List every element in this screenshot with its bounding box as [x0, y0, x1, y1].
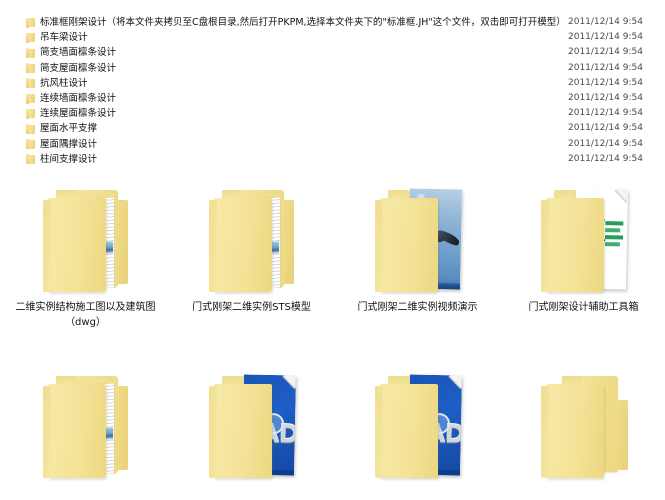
file-date: 2011/12/14 9:54 [568, 108, 643, 119]
grid-item-label: 门式刚架设计辅助工具箱 [528, 302, 639, 313]
file-list-row[interactable]: 连续屋面檩条设计 2011/12/14 9:54 [0, 106, 665, 121]
file-list-row[interactable]: 标准框刚架设计（将本文件夹拷贝至C盘根目录,然后打开PKPM,选择本文件夹下的"… [0, 15, 665, 30]
file-date: 2011/12/14 9:54 [568, 153, 643, 164]
file-list-row[interactable]: 吊车梁设计 2011/12/14 9:54 [0, 30, 665, 45]
file-date: 2011/12/14 9:54 [568, 77, 643, 88]
grid-item-video-demo[interactable]: 门式刚架二维实例视频演示 [337, 186, 498, 372]
folder-icon [26, 124, 35, 134]
folder-icon [26, 17, 35, 28]
folder-with-documents-icon[interactable] [34, 186, 138, 296]
folder-icon [26, 48, 35, 59]
file-name: 屋面水平支撑 [40, 123, 98, 135]
file-name: 简支屋面檩条设计 [40, 62, 117, 74]
file-date: 2011/12/14 9:54 [568, 32, 643, 43]
file-date: 2011/12/14 9:54 [568, 138, 643, 149]
grid-item-empty-folder[interactable] [503, 372, 664, 500]
folder-icon [26, 32, 35, 43]
file-list-row[interactable]: 连续墙面檩条设计 2011/12/14 9:54 [0, 91, 665, 106]
grid-item-sts-model[interactable]: 门式刚架二维实例STS模型 [171, 186, 332, 372]
folder-with-cad-document-icon[interactable]: CAD [200, 372, 304, 482]
grid-item-label: 门式刚架二维实例STS模型 [192, 302, 311, 313]
folder-with-excel-document-icon[interactable]: X [532, 186, 636, 296]
grid-item-folder-cad-1[interactable]: CAD [171, 372, 332, 500]
grid-item-label: 二维实例结构施工图以及建筑图（dwg） [15, 302, 156, 328]
folder-with-documents-icon[interactable] [200, 186, 304, 296]
folder-icon [26, 78, 35, 89]
folder-with-video-thumbnail-icon[interactable] [366, 186, 470, 296]
icon-grid-row: 二维实例结构施工图以及建筑图（dwg） 门式刚架二维实例STS模型 门式刚架二维… [0, 186, 665, 372]
file-date: 2011/12/14 9:54 [568, 47, 643, 58]
folder-icon [26, 154, 35, 165]
grid-item-design-toolbox[interactable]: X 门式刚架设计辅助工具箱 [503, 186, 664, 372]
file-list-row[interactable]: 简支墙面檩条设计 2011/12/14 9:54 [0, 45, 665, 60]
folder-with-cad-document-icon[interactable]: CAD [366, 372, 470, 482]
file-name: 抗风柱设计 [40, 77, 88, 89]
file-detail-list: 标准框刚架设计（将本文件夹拷贝至C盘根目录,然后打开PKPM,选择本文件夹下的"… [0, 15, 665, 167]
file-list-row[interactable]: 简支屋面檩条设计 2011/12/14 9:54 [0, 61, 665, 76]
grid-item-label: 门式刚架二维实例视频演示 [357, 302, 478, 313]
file-date: 2011/12/14 9:54 [568, 92, 643, 103]
folder-icon [26, 93, 35, 104]
folder-icon [26, 139, 35, 150]
file-name: 吊车梁设计 [40, 32, 88, 44]
file-list-row[interactable]: 屋面隅撑设计 2011/12/14 9:54 [0, 137, 665, 152]
folder-icon [26, 108, 35, 119]
file-date: 2011/12/14 9:54 [568, 17, 643, 27]
grid-item-folder-cad-2[interactable]: CAD [337, 372, 498, 500]
file-name: 屋面隅撑设计 [40, 138, 98, 150]
file-name: 标准框刚架设计（将本文件夹拷贝至C盘根目录,然后打开PKPM,选择本文件夹下的"… [40, 17, 566, 29]
folder-with-documents-icon[interactable] [34, 372, 138, 482]
file-date: 2011/12/14 9:54 [568, 123, 643, 134]
empty-folder-icon[interactable] [532, 372, 636, 482]
grid-item-dwg-drawings[interactable]: 二维实例结构施工图以及建筑图（dwg） [5, 186, 166, 372]
file-name: 连续屋面檩条设计 [40, 108, 117, 120]
file-list-row[interactable]: 抗风柱设计 2011/12/14 9:54 [0, 76, 665, 91]
file-name: 简支墙面檩条设计 [40, 47, 117, 59]
grid-item-folder-documents[interactable] [5, 372, 166, 500]
file-list-row[interactable]: 屋面水平支撑 2011/12/14 9:54 [0, 121, 665, 136]
file-list-row[interactable]: 柱间支撑设计 2011/12/14 9:54 [0, 152, 665, 167]
folder-icon [26, 63, 35, 74]
icon-grid: 二维实例结构施工图以及建筑图（dwg） 门式刚架二维实例STS模型 门式刚架二维… [0, 186, 665, 500]
icon-grid-row: CAD CAD [0, 372, 665, 500]
file-date: 2011/12/14 9:54 [568, 62, 643, 73]
file-name: 连续墙面檩条设计 [40, 93, 117, 105]
file-name: 柱间支撑设计 [40, 153, 98, 165]
